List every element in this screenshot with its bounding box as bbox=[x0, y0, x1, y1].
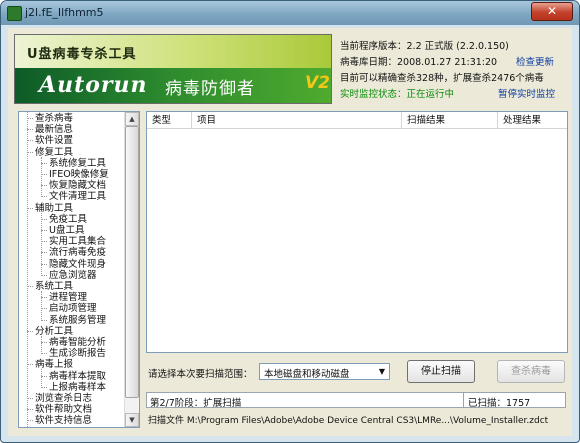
tree-item[interactable]: 上报病毒样本 bbox=[49, 382, 106, 393]
column-type[interactable]: 类型 bbox=[147, 112, 192, 129]
tree-item[interactable]: 隐藏文件现身 bbox=[49, 259, 106, 270]
tree-item[interactable]: 生成诊断报告 bbox=[49, 348, 106, 359]
tree-group-line bbox=[41, 212, 42, 276]
tree-item[interactable]: U盘工具 bbox=[49, 225, 84, 236]
scanned-count: 已扫描：1757 bbox=[468, 398, 531, 409]
tree-item[interactable]: 启动项管理 bbox=[49, 303, 97, 314]
scan-file-path: 扫描文件 M:\Program Files\Adobe\Adobe Device… bbox=[148, 416, 549, 426]
tree-item[interactable]: 最新信息 bbox=[35, 124, 73, 135]
stop-scan-button[interactable]: 停止扫描 bbox=[407, 360, 475, 383]
tree-item[interactable]: 病毒样本提取 bbox=[49, 371, 106, 382]
status-bar: 第2/7阶段：扩展扫描 已扫描：1757 bbox=[146, 392, 566, 409]
kill-virus-button[interactable]: 查杀病毒 bbox=[497, 360, 565, 383]
results-list[interactable]: 类型 项目 扫描结果 处理结果 bbox=[146, 111, 568, 353]
tree-item[interactable]: 软件设置 bbox=[35, 135, 73, 146]
info-panel: 当前程序版本：2.2 正式版 (2.2.0.150) 病毒库日期：2008.01… bbox=[338, 34, 566, 102]
tree-root-line bbox=[27, 112, 28, 427]
banner-logo: Autorun 病毒防御者 V2 bbox=[15, 68, 331, 103]
column-scan-result[interactable]: 扫描结果 bbox=[402, 112, 498, 129]
scroll-thumb[interactable] bbox=[125, 126, 139, 398]
product-banner: U盘病毒专杀工具 Autorun 病毒防御者 V2 bbox=[14, 34, 332, 104]
tree-item[interactable]: 应急浏览器 bbox=[49, 270, 97, 281]
tree-scrollbar[interactable]: ▲ ▼ bbox=[124, 112, 139, 427]
nav-tree: 查杀病毒 最新信息 软件设置 修复工具 系统修复工具 IFEO映像修复 恢复隐藏文档 文件清理… bbox=[18, 111, 140, 428]
tree-item[interactable]: 浏览查杀日志 bbox=[35, 393, 92, 404]
logo-autorun: Autorun bbox=[39, 72, 148, 98]
app-icon bbox=[7, 6, 22, 21]
status-divider bbox=[463, 393, 464, 407]
tree-item[interactable]: 文件清理工具 bbox=[49, 191, 106, 202]
tree-group-line bbox=[41, 156, 42, 198]
check-update-link[interactable]: 检查更新 bbox=[516, 54, 554, 68]
tree-item[interactable]: 免疫工具 bbox=[49, 214, 87, 225]
main-window: j2l.fE_Ilfhmm5 ✕ U盘病毒专杀工具 Autorun 病毒防御者 … bbox=[0, 0, 580, 443]
tree-item[interactable]: 病毒智能分析 bbox=[49, 337, 106, 348]
scroll-up-button[interactable]: ▲ bbox=[125, 112, 139, 126]
column-item[interactable]: 项目 bbox=[192, 112, 402, 129]
tree-item[interactable]: 流行病毒免疫 bbox=[49, 247, 106, 258]
tree-item[interactable]: 软件帮助文档 bbox=[35, 404, 92, 415]
logo-version: V2 bbox=[305, 73, 330, 93]
tree-item[interactable]: 进程管理 bbox=[49, 292, 87, 303]
scan-range-select[interactable]: 本地磁盘和移动磁盘 ▼ bbox=[259, 363, 390, 380]
pause-monitor-link[interactable]: 暂停实时监控 bbox=[498, 86, 555, 100]
nav-tree-items: 查杀病毒 最新信息 软件设置 修复工具 系统修复工具 IFEO映像修复 恢复隐藏文档 文件清理… bbox=[19, 112, 124, 427]
tree-item[interactable]: 恢复隐藏文档 bbox=[49, 180, 106, 191]
scan-stage: 第2/7阶段：扩展扫描 bbox=[150, 398, 242, 409]
client-area: U盘病毒专杀工具 Autorun 病毒防御者 V2 当前程序版本：2.2 正式版… bbox=[8, 28, 572, 436]
logo-name: 病毒防御者 bbox=[165, 79, 255, 99]
scan-range-label: 请选择本次要扫描范围： bbox=[148, 369, 253, 380]
monitor-status: 实时监控状态：正在运行中 bbox=[340, 89, 455, 100]
close-button[interactable]: ✕ bbox=[531, 2, 573, 21]
scroll-down-button[interactable]: ▼ bbox=[125, 413, 139, 427]
program-version: 当前程序版本：2.2 正式版 (2.2.0.150) bbox=[340, 41, 509, 52]
db-date: 病毒库日期：2008.01.27 21:31:20 bbox=[340, 57, 498, 68]
tree-item[interactable]: IFEO映像修复 bbox=[49, 169, 109, 180]
tree-group-line bbox=[41, 369, 42, 388]
tree-item[interactable]: 实用工具集合 bbox=[49, 236, 106, 247]
tree-item[interactable]: 查杀病毒 bbox=[35, 113, 73, 124]
title-bar[interactable]: j2l.fE_Ilfhmm5 ✕ bbox=[1, 1, 579, 25]
window-title: j2l.fE_Ilfhmm5 bbox=[25, 6, 104, 19]
tree-group-line bbox=[41, 335, 42, 355]
tree-item[interactable]: 系统修复工具 bbox=[49, 158, 106, 169]
tree-group-line bbox=[41, 291, 42, 321]
tree-item[interactable]: 系统服务管理 bbox=[49, 315, 106, 326]
product-title: U盘病毒专杀工具 bbox=[27, 47, 137, 62]
banner-top: U盘病毒专杀工具 bbox=[15, 35, 331, 68]
capability-text: 目前可以精确查杀328种，扩展查杀2476个病毒 bbox=[340, 73, 544, 84]
tree-item[interactable]: 软件支持信息 bbox=[35, 415, 92, 426]
chevron-down-icon: ▼ bbox=[378, 367, 385, 376]
column-action-result[interactable]: 处理结果 bbox=[498, 112, 567, 129]
scan-range-value: 本地磁盘和移动磁盘 bbox=[264, 369, 350, 380]
